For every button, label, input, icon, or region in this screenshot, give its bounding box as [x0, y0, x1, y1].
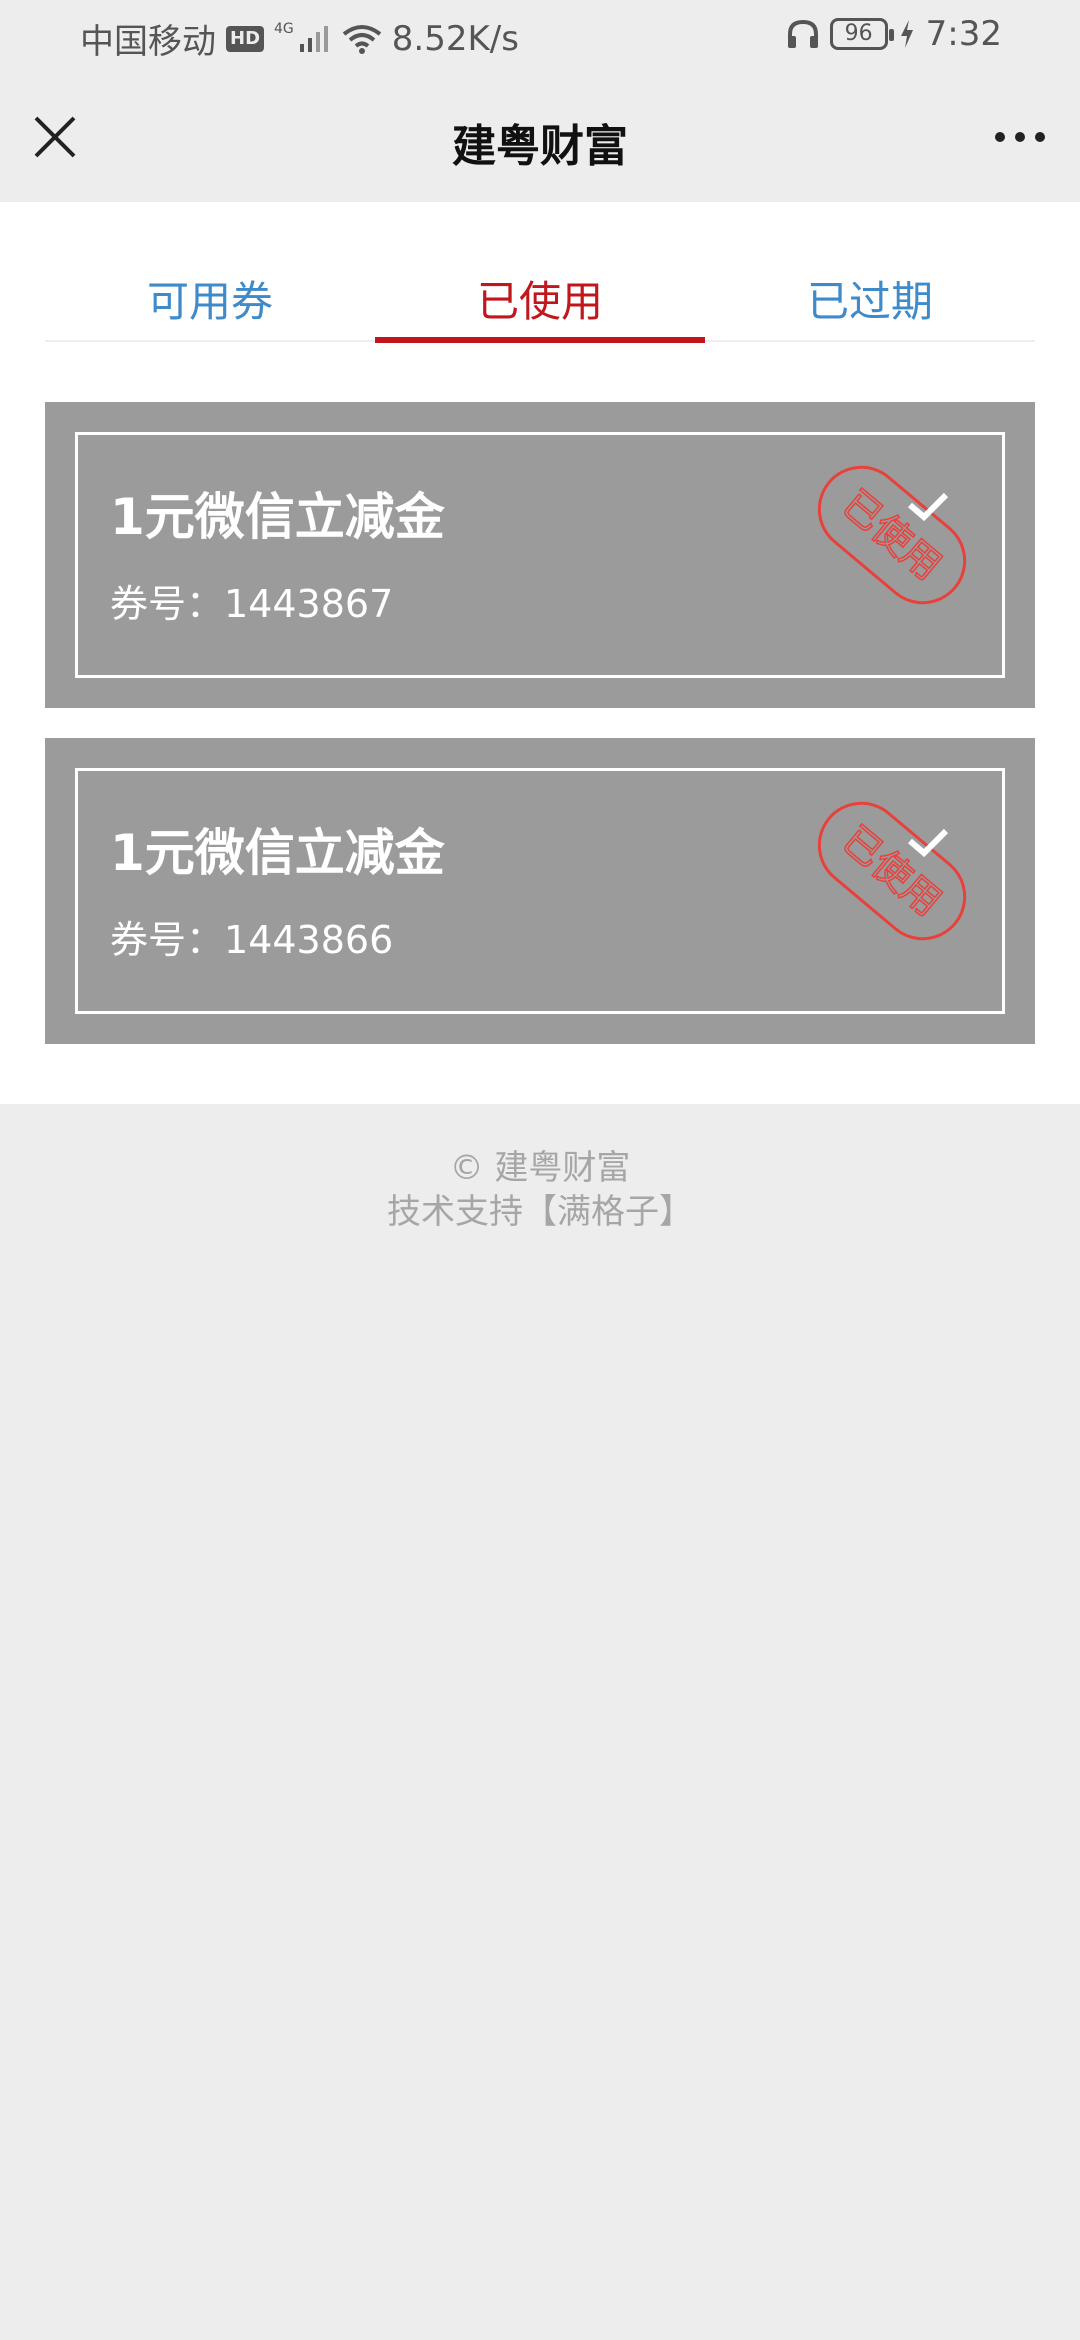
tab-available[interactable]: 可用券	[45, 202, 375, 340]
more-icon[interactable]	[990, 112, 1050, 162]
coupon-number-label: 券号：	[110, 918, 225, 962]
coupon-title: 1元微信立减金	[110, 824, 445, 882]
nav-bar: 建粤财富	[0, 72, 1080, 202]
page-title: 建粤财富	[452, 121, 628, 172]
stamp-label: 已使用	[834, 818, 950, 925]
wifi-icon	[342, 24, 382, 54]
coupon-content: 可用券 已使用 已过期 1元微信立减金 券号：1443867 已使用 1元微信立…	[0, 202, 1080, 1104]
charging-icon	[900, 20, 913, 48]
coupon-card[interactable]: 1元微信立减金 券号：1443867 已使用	[45, 402, 1035, 708]
coupon-number-label: 券号：	[110, 582, 225, 626]
stamp-label: 已使用	[834, 482, 950, 589]
network-speed: 8.52K/s	[391, 18, 519, 59]
tab-used[interactable]: 已使用	[375, 202, 705, 343]
copyright-text: © 建粤财富	[449, 1148, 631, 1188]
coupon-border: 1元微信立减金 券号：1443867 已使用	[75, 432, 1005, 678]
used-stamp-icon: 已使用	[817, 465, 967, 605]
tech-support-text: 技术支持【满格子】	[387, 1192, 693, 1232]
coupon-title: 1元微信立减金	[110, 488, 445, 546]
status-left: 中国移动 HD 4G 8.52K/s	[80, 14, 519, 63]
status-bar: 中国移动 HD 4G 8.52K/s 96 7:32	[0, 0, 1080, 72]
coupon-card[interactable]: 1元微信立减金 券号：1443866 已使用	[45, 738, 1035, 1044]
coupon-number: 券号：1443866	[110, 909, 393, 964]
network-type: 4G	[274, 20, 294, 37]
signal-icon	[299, 25, 328, 52]
coupon-tabs: 可用券 已使用 已过期	[45, 202, 1035, 343]
footer: © 建粤财富 技术支持【满格子】	[0, 1146, 1080, 1234]
clock-time: 7:32	[925, 14, 1002, 54]
coupon-border: 1元微信立减金 券号：1443866 已使用	[75, 768, 1005, 1014]
status-right: 96 7:32	[786, 14, 1002, 54]
tab-expired[interactable]: 已过期	[705, 202, 1035, 340]
carrier-name: 中国移动	[80, 22, 216, 62]
coupon-number: 券号：1443867	[110, 573, 393, 628]
battery-indicator: 96	[829, 18, 894, 50]
used-stamp-icon: 已使用	[817, 801, 967, 941]
headphones-icon	[787, 19, 818, 48]
coupon-number-value: 1443866	[224, 918, 394, 962]
hd-badge: HD	[226, 25, 265, 52]
coupon-number-value: 1443867	[224, 582, 394, 626]
